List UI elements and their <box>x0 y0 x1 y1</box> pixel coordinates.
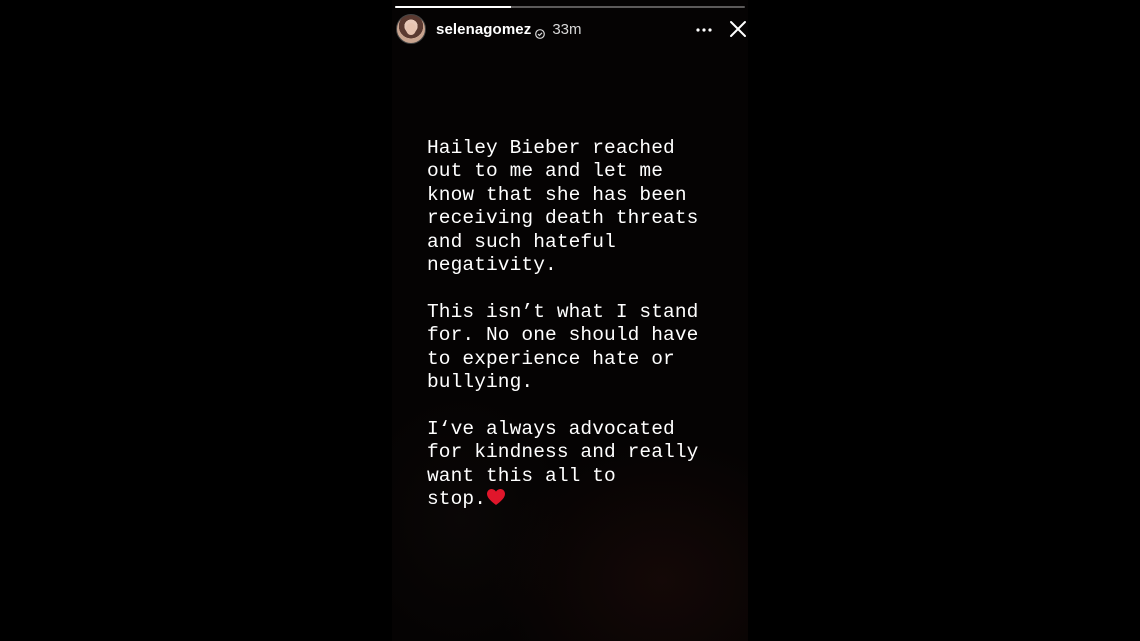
avatar-face <box>406 23 416 35</box>
story-paragraph-text: I‘ve always advocated for kindness and r… <box>427 417 699 511</box>
story-progress-bar <box>395 6 745 8</box>
story-paragraph: Hailey Bieber reached out to me and let … <box>427 137 699 277</box>
story-paragraph-last: I‘ve always advocated for kindness and r… <box>427 418 737 512</box>
username[interactable]: selenagomez <box>436 21 531 38</box>
story-header: selenagomez 33m <box>396 14 746 44</box>
screen: selenagomez 33m Hailey Bieber reached ou… <box>0 0 1140 641</box>
verified-badge-icon <box>535 24 546 39</box>
more-options-icon[interactable] <box>694 22 714 36</box>
story-progress-fill <box>395 6 511 8</box>
story-viewer[interactable]: selenagomez 33m Hailey Bieber reached ou… <box>392 0 748 641</box>
story-paragraph: This isn’t what I stand for. No one shou… <box>427 300 699 394</box>
timestamp: 33m <box>552 20 582 38</box>
story-text: Hailey Bieber reached out to me and let … <box>427 137 737 535</box>
avatar[interactable] <box>396 14 426 44</box>
red-heart-icon <box>486 488 506 506</box>
close-icon[interactable] <box>728 19 748 39</box>
